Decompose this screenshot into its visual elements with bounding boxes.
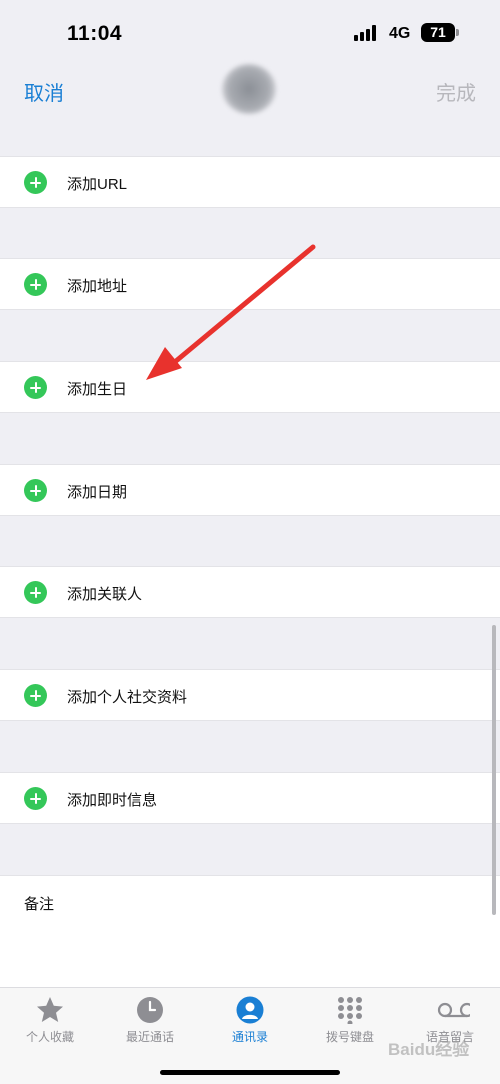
add-url-row[interactable]: 添加URL [0,156,500,208]
notes-field[interactable]: 备注 [0,875,500,987]
status-bar: 11:04 4G 71 [0,0,500,62]
tab-keypad[interactable]: 拨号键盘 [300,988,400,1050]
tab-label: 拨号键盘 [325,1030,374,1044]
add-icon[interactable] [24,171,47,194]
add-icon[interactable] [24,787,47,810]
nav-bar: 取消 完成 [0,62,500,118]
star-icon [37,997,63,1022]
row-label: 添加关联人 [67,586,143,603]
add-icon[interactable] [24,376,47,399]
home-indicator [160,1070,340,1075]
row-label: 添加日期 [67,484,128,501]
add-icon[interactable] [24,273,47,296]
contacts-icon [236,996,264,1024]
done-button[interactable]: 完成 [436,77,476,106]
voicemail-icon [437,1002,470,1018]
row-label: 添加即时信息 [67,792,158,809]
tab-contacts[interactable]: 通讯录 [200,988,300,1050]
add-related-name-row[interactable]: 添加关联人 [0,566,500,618]
add-birthday-row[interactable]: 添加生日 [0,361,500,413]
tab-favorites[interactable]: 个人收藏 [0,988,100,1050]
tab-recents[interactable]: 最近通话 [100,988,200,1050]
row-label: 添加生日 [67,381,128,398]
add-instant-message-row[interactable]: 添加即时信息 [0,772,500,824]
row-label: 添加URL [67,176,128,193]
signal-icon [354,25,380,41]
notes-label: 备注 [24,896,55,913]
tab-label: 最近通话 [125,1030,174,1044]
avatar[interactable] [222,64,276,114]
add-date-row[interactable]: 添加日期 [0,464,500,516]
clock-icon [137,997,163,1023]
add-icon[interactable] [24,684,47,707]
add-icon[interactable] [24,581,47,604]
network-type: 4G [389,25,411,42]
add-address-row[interactable]: 添加地址 [0,258,500,310]
watermark: Baidu经验 [388,1040,470,1059]
row-label: 添加个人社交资料 [67,689,188,706]
battery-cap [456,29,459,36]
row-label: 添加地址 [67,278,128,295]
keypad-icon [338,997,362,1024]
battery-icon: 71 [421,23,455,42]
scrollbar[interactable] [492,625,496,915]
tab-label: 个人收藏 [25,1030,74,1044]
tab-label: 通讯录 [231,1030,268,1044]
add-icon[interactable] [24,479,47,502]
cancel-button[interactable]: 取消 [24,77,64,106]
add-social-profile-row[interactable]: 添加个人社交资料 [0,669,500,721]
status-time: 11:04 [67,22,123,45]
